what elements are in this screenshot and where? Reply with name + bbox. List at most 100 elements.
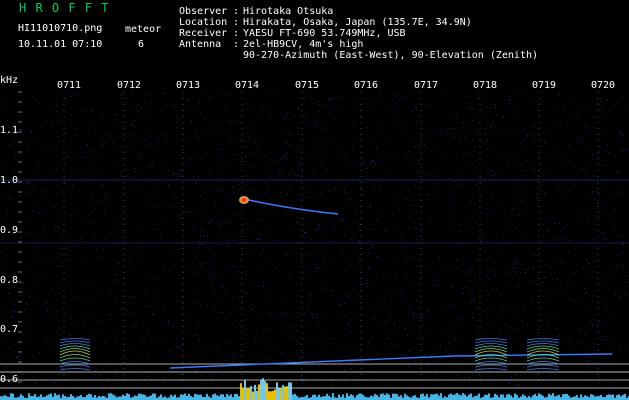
noise-dot — [564, 188, 565, 189]
noise-dot — [325, 282, 326, 283]
noise-dot — [325, 136, 326, 137]
noise-dot — [143, 247, 144, 248]
noise-dot — [409, 215, 410, 216]
noise-dot — [235, 313, 236, 314]
noise-dot — [253, 284, 254, 285]
noise-dot — [105, 147, 106, 148]
noise-dot — [455, 212, 456, 213]
noise-dot — [609, 152, 610, 153]
noise-dot — [155, 157, 156, 158]
noise-dot — [485, 101, 486, 102]
noise-dot — [436, 183, 437, 184]
noise-dot — [588, 263, 589, 264]
noise-dot — [50, 260, 51, 261]
noise-dot — [393, 229, 394, 230]
noise-dot — [318, 105, 319, 106]
noise-dot — [212, 347, 213, 348]
noise-dot — [226, 203, 227, 204]
noise-dot — [464, 377, 465, 378]
noise-dot — [118, 119, 119, 120]
noise-dot — [181, 188, 182, 189]
noise-dot — [363, 153, 364, 154]
noise-dot — [271, 343, 272, 344]
strength-bar — [122, 394, 124, 400]
noise-dot — [614, 340, 615, 341]
noise-dot — [586, 292, 587, 293]
noise-dot — [128, 107, 129, 108]
noise-dot — [201, 216, 202, 217]
noise-dot — [126, 176, 127, 177]
noise-dot — [106, 163, 107, 164]
strength-bar — [394, 393, 396, 400]
noise-dot — [472, 120, 473, 121]
noise-dot — [115, 274, 116, 275]
noise-dot — [459, 140, 460, 141]
noise-dot — [102, 351, 103, 352]
noise-dot — [180, 275, 181, 276]
noise-dot — [249, 137, 250, 138]
burst-arc — [526, 361, 560, 365]
noise-dot — [43, 124, 44, 125]
noise-dot — [54, 382, 55, 383]
noise-dot — [236, 366, 237, 367]
strength-bar — [314, 394, 316, 400]
noise-dot — [388, 369, 389, 370]
noise-dot — [619, 345, 620, 346]
noise-dot — [427, 300, 428, 301]
strength-bar — [226, 393, 228, 400]
noise-dot — [137, 383, 138, 384]
noise-dot — [238, 189, 239, 190]
info-separator: : — [233, 6, 246, 17]
noise-dot — [315, 169, 316, 170]
noise-dot — [256, 330, 257, 331]
noise-dot — [121, 193, 122, 194]
noise-dot — [370, 161, 371, 162]
noise-dot — [291, 200, 292, 201]
noise-dot — [415, 361, 416, 362]
noise-dot — [383, 241, 384, 242]
noise-dot — [447, 94, 448, 95]
noise-dot — [496, 289, 497, 290]
strength-bar — [100, 396, 102, 400]
noise-dot — [523, 213, 524, 214]
noise-dot — [14, 302, 15, 303]
noise-dot — [168, 321, 169, 322]
noise-dot — [413, 161, 414, 162]
strength-bar — [48, 394, 50, 400]
noise-dot — [28, 266, 29, 267]
noise-dot — [541, 261, 542, 262]
noise-dot — [121, 122, 122, 123]
noise-dot — [202, 157, 203, 158]
noise-dot — [16, 356, 17, 357]
noise-dot — [420, 365, 421, 366]
noise-dot — [48, 294, 49, 295]
noise-dot — [83, 229, 84, 230]
noise-dot — [246, 126, 247, 127]
noise-dot — [85, 181, 86, 182]
strength-bar — [12, 393, 14, 400]
noise-dot — [437, 285, 438, 286]
noise-dot — [402, 124, 403, 125]
noise-dot — [165, 93, 166, 94]
noise-dot — [388, 289, 389, 290]
noise-dot — [601, 261, 602, 262]
noise-dot — [142, 191, 143, 192]
noise-dot — [518, 384, 519, 385]
noise-dot — [393, 119, 394, 120]
noise-dot — [58, 367, 59, 368]
noise-dot — [406, 198, 407, 199]
noise-dot — [290, 328, 291, 329]
noise-dot — [305, 208, 306, 209]
noise-dot — [351, 368, 352, 369]
noise-dot — [317, 153, 318, 154]
noise-dot — [180, 217, 181, 218]
noise-dot — [491, 210, 492, 211]
noise-dot — [25, 370, 26, 371]
noise-dot — [594, 198, 595, 199]
noise-dot — [20, 359, 21, 360]
noise-dot — [327, 168, 328, 169]
noise-dot — [599, 146, 600, 147]
strength-bar — [364, 396, 366, 400]
noise-dot — [514, 110, 515, 111]
noise-dot — [599, 321, 600, 322]
